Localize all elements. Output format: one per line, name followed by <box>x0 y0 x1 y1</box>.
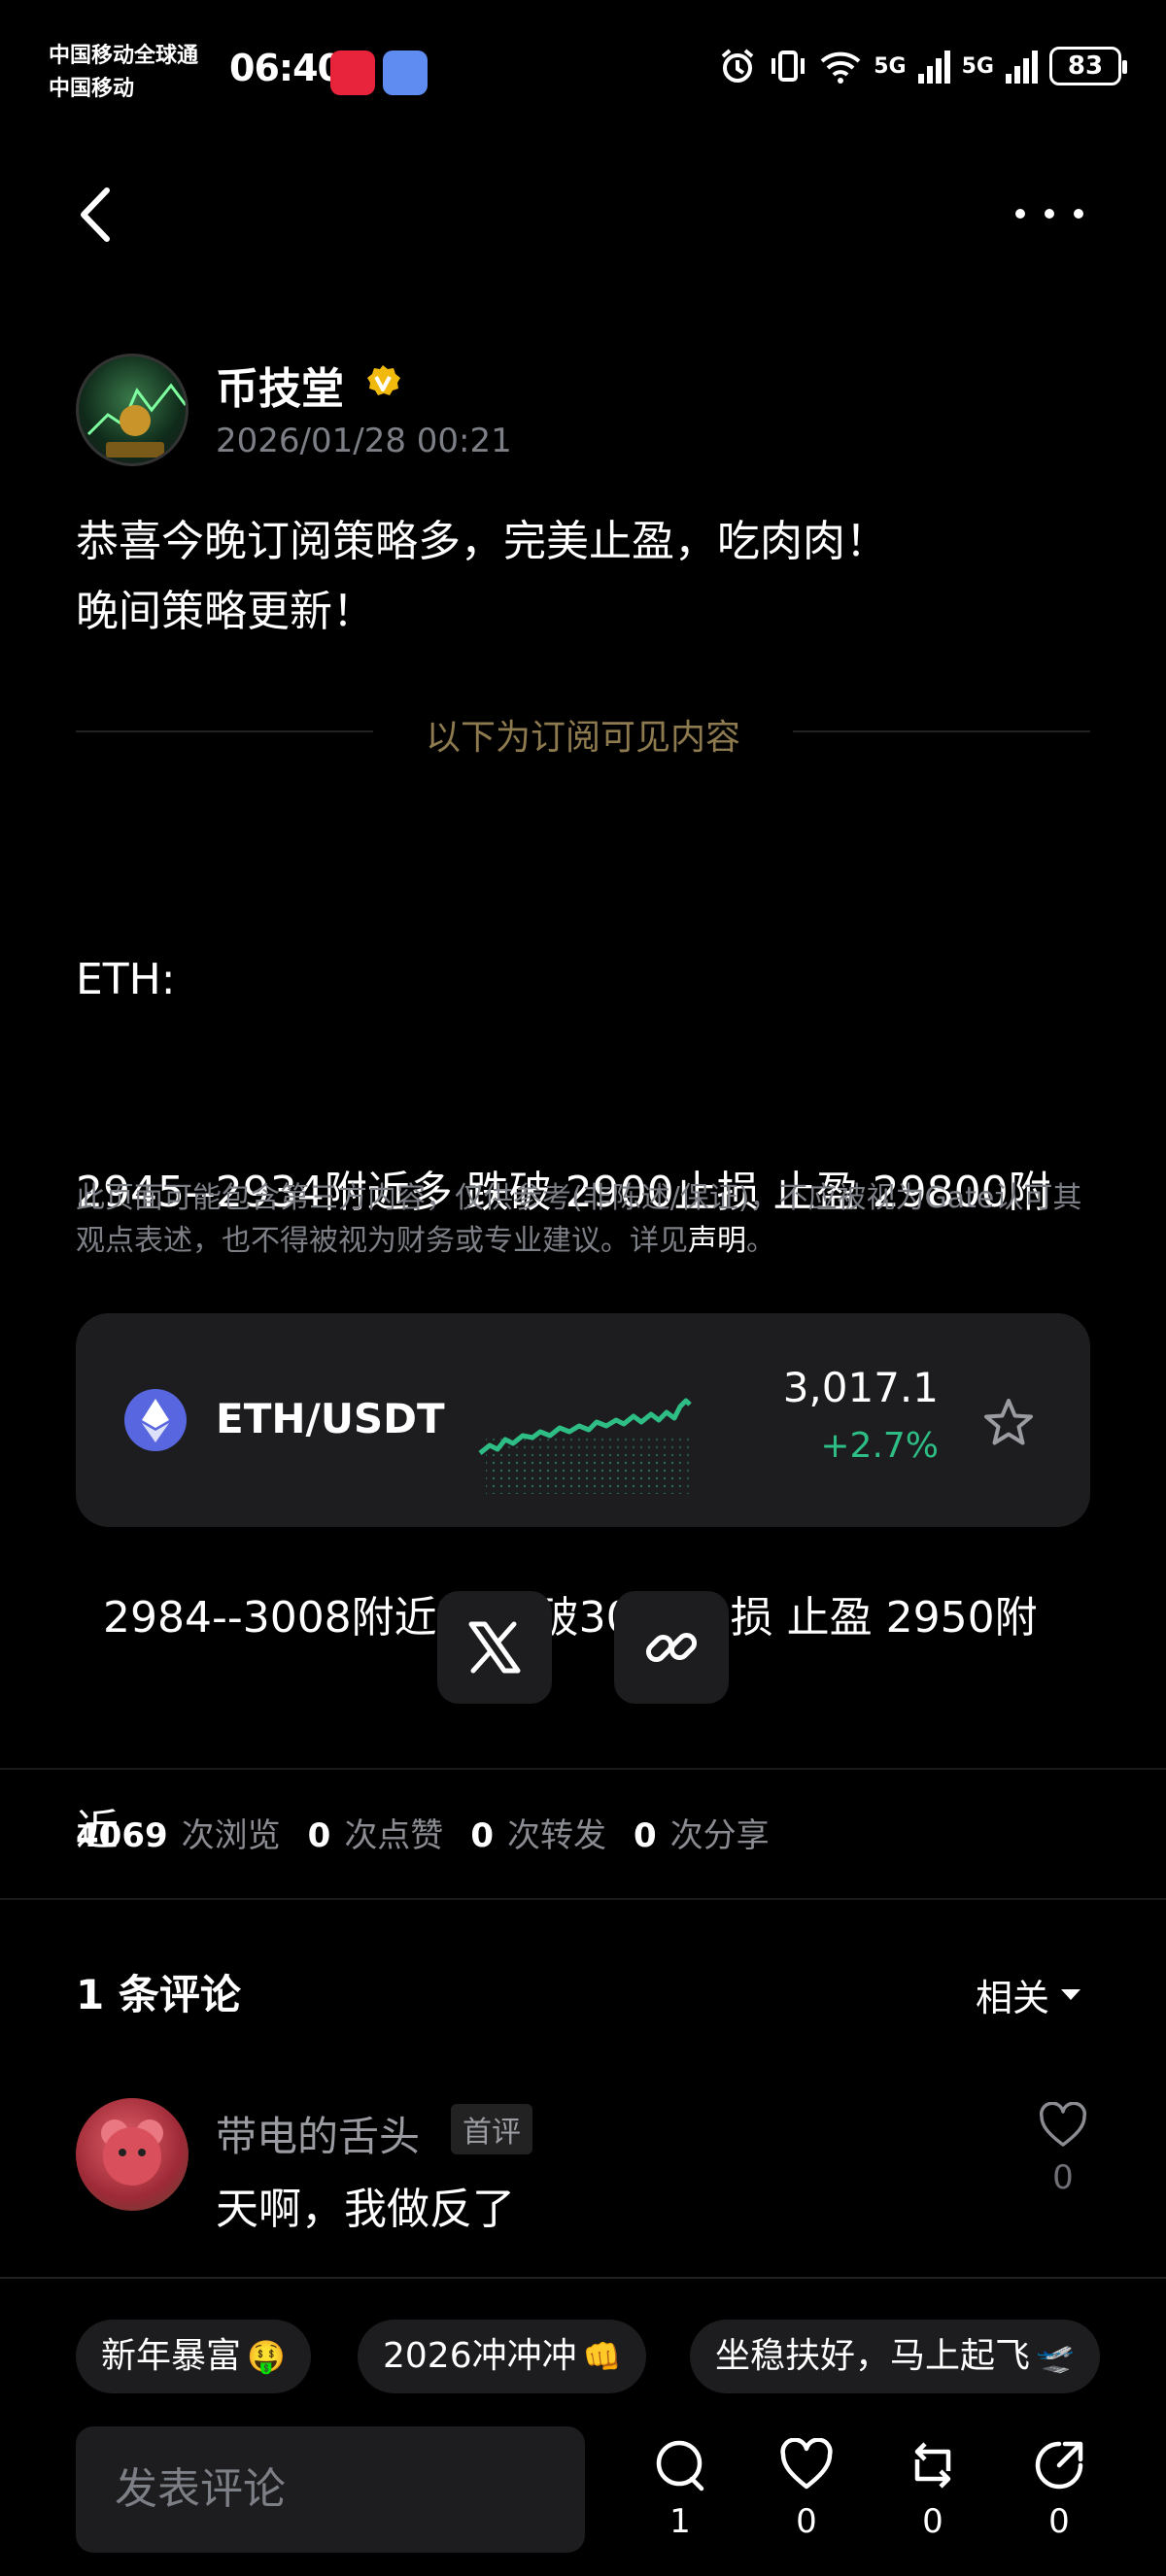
stat-likes: 0 次点赞 <box>308 1809 444 1856</box>
comment-bubble-icon <box>656 2440 704 2491</box>
post-date: 2026/01/28 00:21 <box>216 422 512 460</box>
status-bar: 中国移动全球通 中国移动 06:40 5G 5G 83 <box>0 0 1166 146</box>
commenter-name[interactable]: 带电的舌头 <box>216 2104 420 2163</box>
favorite-star-icon[interactable] <box>979 1395 1038 1453</box>
stat-value: 0 <box>307 1816 331 1855</box>
strategy-line: 2984--3008附近空 突破3030止损 止盈 2950附 <box>76 1593 1038 1643</box>
stat-label: 次浏览 <box>181 1816 281 1855</box>
ticker-pair: ETH/USDT <box>216 1395 445 1442</box>
comment-action[interactable]: 1 <box>641 2438 719 2541</box>
stat-views: 4069 次浏览 <box>76 1809 281 1856</box>
heart-icon <box>780 2438 833 2490</box>
bottom-bar: 新年暴富 🤑 2026冲冲冲 👊 坐稳扶好，马上起飞 🛫 发表评论 1 0 0 0 <box>0 2277 1166 2576</box>
caret-down-icon <box>1061 1989 1080 2000</box>
chip-text: 坐稳扶好，马上起飞 <box>715 2336 1031 2376</box>
stat-label: 次分享 <box>669 1816 770 1855</box>
share-count: 0 <box>1048 2502 1070 2541</box>
comment-like-count: 0 <box>1052 2158 1074 2197</box>
disclaimer-end: 。 <box>746 1224 775 1258</box>
share-action[interactable]: 0 <box>1020 2438 1098 2541</box>
sparkline-chart <box>478 1398 692 1494</box>
quick-reply-chip[interactable]: 新年暴富 🤑 <box>76 2320 311 2393</box>
disclaimer: 此页面可能包含第三方内容，仅供参考(非陈述/保证)，不应被视为Gate认可其观点… <box>76 1177 1106 1263</box>
commenter-avatar[interactable] <box>76 2098 189 2211</box>
author-name[interactable]: 币技堂 <box>216 354 344 416</box>
commenter-avatar-graphic <box>101 2119 163 2186</box>
post-stats: 4069 次浏览 0 次点赞 0 次转发 0 次分享 <box>76 1809 797 1856</box>
airplane-emoji-icon: 🛫 <box>1036 2338 1075 2375</box>
stat-value: 0 <box>633 1816 657 1855</box>
link-icon <box>645 1632 698 1663</box>
comments-title: 1 条评论 <box>76 1971 241 2018</box>
stat-shares: 0 次分享 <box>634 1809 770 1856</box>
section-divider <box>0 1898 1166 1900</box>
ticker-card[interactable]: ETH/USDT 3,017.1 +2.7% <box>76 1313 1090 1527</box>
comment-like-heart-icon[interactable] <box>1038 2102 1088 2149</box>
alarm-icon <box>721 49 754 83</box>
chip-text: 新年暴富 <box>101 2336 242 2376</box>
strategy-line: ETH: <box>76 955 176 1004</box>
comment-count: 1 <box>669 2502 691 2541</box>
share-arrow-icon <box>1035 2441 1083 2490</box>
like-count: 0 <box>796 2502 817 2541</box>
stat-reposts: 0 次转发 <box>470 1809 606 1856</box>
author-avatar-graphic <box>86 383 186 458</box>
share-x-button[interactable] <box>437 1591 552 1704</box>
comment-text: 天啊，我做反了 <box>216 2185 515 2234</box>
stat-value: 0 <box>470 1816 494 1855</box>
post-intro: 恭喜今晚订阅策略多，完美止盈，吃肉肉！ 晚间策略更新！ <box>76 507 888 647</box>
fist-emoji-icon: 👊 <box>582 2338 622 2375</box>
comment-input[interactable]: 发表评论 <box>76 2426 585 2553</box>
quick-reply-chip[interactable]: 2026冲冲冲 👊 <box>358 2320 647 2393</box>
sort-label: 相关 <box>975 1977 1049 2019</box>
battery-indicator: 83 <box>1049 47 1127 85</box>
repost-action[interactable]: 0 <box>894 2438 972 2541</box>
more-options-icon[interactable] <box>1011 194 1088 233</box>
wifi-icon <box>820 51 861 84</box>
carrier-2: 中国移动 <box>49 76 135 101</box>
money-face-emoji-icon: 🤑 <box>247 2338 286 2375</box>
status-icons: 5G 5G 83 <box>718 47 1127 85</box>
repost-count: 0 <box>922 2502 943 2541</box>
ethereum-icon <box>124 1389 187 1451</box>
app-notification-icon-2 <box>383 51 428 95</box>
app-notification-icon <box>330 51 375 95</box>
network-type-2: 5G <box>961 53 994 79</box>
signal-bars-2-icon <box>1006 49 1038 84</box>
intro-line: 晚间策略更新！ <box>76 587 375 636</box>
verified-badge-icon <box>367 365 400 395</box>
author-avatar[interactable] <box>76 354 189 466</box>
stat-label: 次转发 <box>506 1816 606 1855</box>
x-logo-icon <box>468 1621 521 1674</box>
copy-link-button[interactable] <box>614 1591 729 1704</box>
ticker-change: +2.7% <box>820 1426 939 1466</box>
stat-value: 4069 <box>76 1816 168 1855</box>
quick-reply-chip[interactable]: 坐稳扶好，马上起飞 🛫 <box>690 2320 1100 2393</box>
clock: 06:40 <box>229 47 343 89</box>
sort-dropdown[interactable]: 相关 <box>976 1968 1080 2021</box>
intro-line: 恭喜今晚订阅策略多，完美止盈，吃肉肉！ <box>76 517 888 566</box>
signal-bars-1-icon <box>917 49 950 84</box>
back-arrow-icon[interactable] <box>68 181 126 249</box>
vibrate-icon <box>772 51 806 82</box>
repost-icon <box>914 2442 951 2489</box>
carrier-1: 中国移动全球通 <box>49 43 199 68</box>
disclaimer-text: 此页面可能包含第三方内容，仅供参考(非陈述/保证)，不应被视为Gate认可其观点… <box>76 1181 1082 1258</box>
section-divider <box>0 1768 1166 1770</box>
subscriber-only-label: 以下为订阅可见内容 <box>425 718 740 758</box>
disclaimer-link[interactable]: 声明 <box>688 1224 746 1258</box>
stat-label: 次点赞 <box>344 1816 444 1855</box>
carrier-info: 中国移动全球通 中国移动 <box>49 39 198 105</box>
network-type-1: 5G <box>874 53 907 79</box>
first-comment-badge: 首评 <box>451 2104 532 2154</box>
ticker-price: 3,017.1 <box>782 1364 939 1411</box>
chip-text: 2026冲冲冲 <box>383 2336 577 2376</box>
like-action[interactable]: 0 <box>768 2438 845 2541</box>
